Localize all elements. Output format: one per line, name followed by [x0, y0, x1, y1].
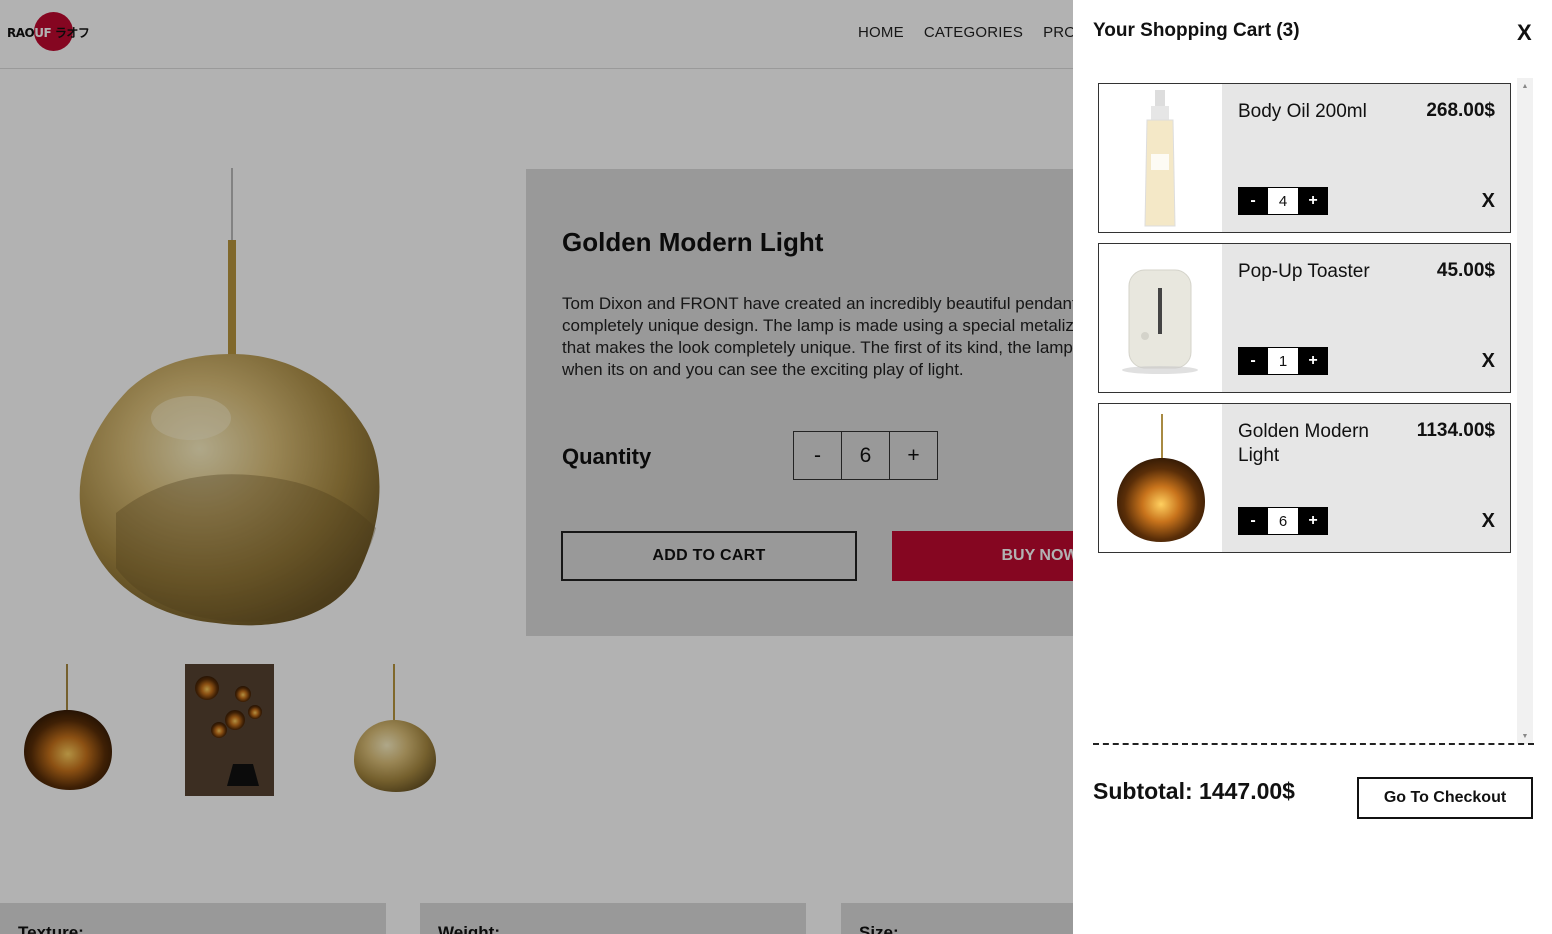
- cart-item-quantity[interactable]: 1: [1268, 347, 1298, 375]
- cart-item-decrease-button[interactable]: -: [1238, 507, 1268, 535]
- cart-item-remove-button[interactable]: X: [1482, 510, 1495, 533]
- cart-item-popup-toaster: Pop-Up Toaster 45.00$ - 1 + X: [1098, 243, 1511, 393]
- scroll-down-arrow-icon[interactable]: ▼: [1517, 728, 1533, 744]
- shopping-cart-drawer: Your Shopping Cart (3) X Body Oil 200ml …: [1073, 0, 1552, 934]
- cart-item-list: Body Oil 200ml 268.00$ - 4 + X Pop-Up To…: [1098, 83, 1511, 563]
- toaster-image: [1099, 244, 1222, 392]
- cart-subtotal: Subtotal: 1447.00$: [1093, 778, 1295, 804]
- cart-item-increase-button[interactable]: +: [1298, 187, 1328, 215]
- cart-item-decrease-button[interactable]: -: [1238, 347, 1268, 375]
- cart-item-price: 45.00$: [1436, 260, 1495, 281]
- cart-item-quantity[interactable]: 6: [1268, 507, 1298, 535]
- cart-title: Your Shopping Cart (3): [1093, 20, 1300, 41]
- cart-item-name: Body Oil 200ml: [1238, 101, 1367, 122]
- cart-item-remove-button[interactable]: X: [1482, 350, 1495, 373]
- cart-item-name: Golden Modern Light: [1238, 421, 1369, 466]
- cart-item-name: Pop-Up Toaster: [1238, 261, 1370, 282]
- cart-item-increase-button[interactable]: +: [1298, 507, 1328, 535]
- scroll-up-arrow-icon[interactable]: ▲: [1517, 78, 1533, 94]
- cart-item-remove-button[interactable]: X: [1482, 190, 1495, 213]
- cart-item-quantity[interactable]: 4: [1268, 187, 1298, 215]
- cart-item-quantity-stepper: - 6 +: [1238, 507, 1328, 535]
- go-to-checkout-button[interactable]: Go To Checkout: [1357, 777, 1533, 819]
- cart-divider: [1093, 743, 1534, 745]
- cart-item-price: 1134.00$: [1416, 420, 1495, 441]
- cart-item-price: 268.00$: [1426, 100, 1495, 121]
- cart-item-increase-button[interactable]: +: [1298, 347, 1328, 375]
- cart-item-decrease-button[interactable]: -: [1238, 187, 1268, 215]
- cart-item-quantity-stepper: - 1 +: [1238, 347, 1328, 375]
- cart-item-golden-modern-light: Golden Modern Light 1134.00$ - 6 + X: [1098, 403, 1511, 553]
- cart-close-button[interactable]: X: [1517, 20, 1532, 46]
- cart-item-quantity-stepper: - 4 +: [1238, 187, 1328, 215]
- cart-scrollbar[interactable]: ▲ ▼: [1517, 78, 1533, 744]
- body-oil-image: [1099, 84, 1222, 232]
- golden-light-image: [1099, 404, 1222, 552]
- cart-item-body-oil: Body Oil 200ml 268.00$ - 4 + X: [1098, 83, 1511, 233]
